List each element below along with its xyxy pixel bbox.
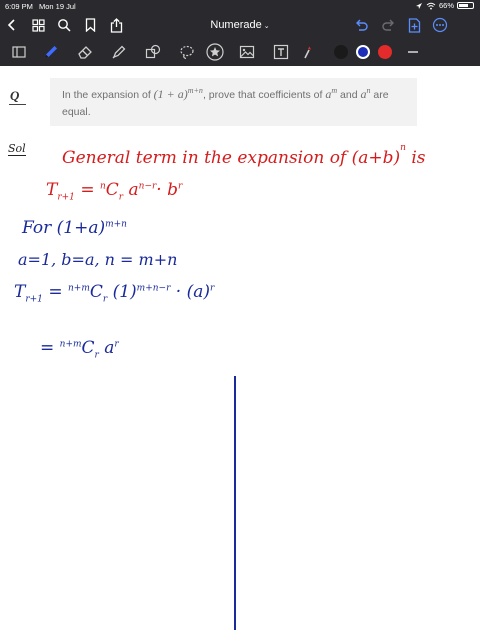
location-icon [415, 2, 422, 9]
line5-sub: r+1 [25, 294, 43, 305]
line5-oneexp: m+n−r [136, 283, 171, 294]
wifi-icon [426, 2, 436, 9]
question-marker: Q [10, 88, 20, 103]
sticker-icon[interactable] [206, 43, 224, 61]
line1-text: General term in the expansion of (a+b) [62, 148, 401, 168]
drawing-toolbar [0, 38, 480, 66]
sidebar-icon[interactable] [10, 43, 28, 61]
line2-C: C [105, 180, 119, 200]
status-date: Mon 19 Jul [39, 2, 76, 11]
color-swatch-red[interactable] [378, 45, 392, 59]
line5-T: T [14, 282, 26, 302]
handwriting-line-5: Tr+1 = n+mCr (1)m+n−r · (a)r [14, 282, 214, 304]
handwriting-line-3: For (1+a)m+n [22, 218, 127, 238]
add-page-icon[interactable] [406, 17, 422, 33]
line2-aexp: n−r [138, 181, 157, 192]
document-title[interactable]: Numerade ⌄ [180, 19, 300, 31]
line6-pre: n+m [59, 339, 82, 350]
handwriting-line-6: = n+mCr ar [40, 338, 119, 360]
line5-aexp: r [210, 283, 215, 294]
solution-label: Sol [8, 142, 26, 156]
text-icon[interactable] [272, 43, 290, 61]
line3-text: For (1+a) [22, 218, 106, 238]
status-bar: 6:09 PM Mon 19 Jul 66% [0, 0, 480, 14]
chevron-down-icon: ⌄ [263, 23, 270, 30]
line2-a: a [123, 180, 139, 200]
color-swatch-black[interactable] [334, 45, 348, 59]
more-icon[interactable] [432, 17, 448, 33]
grid-icon[interactable] [30, 17, 46, 33]
chevron-left-icon[interactable] [4, 17, 20, 33]
highlighter-icon[interactable] [110, 43, 128, 61]
nav-bar: Numerade ⌄ [0, 14, 480, 38]
minimize-toolbar-icon[interactable] [404, 43, 422, 61]
handwriting-line-1: General term in the expansion of (a+b)n … [62, 143, 426, 168]
document-title-text: Numerade [210, 19, 262, 31]
line2-dot: · b [156, 180, 178, 200]
drawn-vertical-line [234, 376, 236, 630]
pen-icon[interactable] [42, 43, 60, 61]
eraser-icon[interactable] [76, 43, 94, 61]
line5-a: · (a) [170, 282, 211, 302]
handwriting-line-4: a=1, b=a, n = m+n [18, 250, 178, 269]
line2-eq: = [80, 180, 100, 200]
status-right: 66% [415, 1, 474, 10]
question-am: am [325, 86, 337, 101]
note-page[interactable]: Q In the expansion of (1 + a)m+n, prove … [0, 66, 480, 640]
question-text-3: and [337, 89, 361, 101]
battery-percent: 66% [438, 1, 454, 10]
image-icon[interactable] [238, 43, 256, 61]
line6-aexp: r [114, 339, 119, 350]
question-text-2: , prove that coefficients of [202, 89, 326, 101]
line5-pre: n+m [67, 283, 90, 294]
bookmark-icon[interactable] [82, 17, 98, 33]
line6-C: C [81, 338, 95, 358]
question-expr-exp: m+n [187, 86, 203, 95]
line3-exp: m+n [105, 219, 127, 230]
status-time: 6:09 PM [5, 2, 33, 11]
laser-icon[interactable] [298, 43, 316, 61]
line2-sub: r+1 [57, 192, 75, 203]
question-text-1: In the expansion of [62, 89, 154, 101]
search-icon[interactable] [56, 17, 72, 33]
line5-C: C [89, 282, 103, 302]
question-card: In the expansion of (1 + a)m+n, prove th… [50, 78, 417, 126]
color-swatch-blue[interactable] [356, 45, 370, 59]
battery-icon [457, 2, 474, 9]
handwriting-line-2: Tr+1 = nCr an−r· br [46, 180, 182, 202]
question-expr-base: (1 + a) [153, 87, 188, 101]
line1-exp: n [400, 143, 406, 154]
line2-T: T [46, 180, 58, 200]
line6-a: a [98, 338, 115, 358]
redo-icon[interactable] [380, 17, 396, 33]
question-expr: (1 + a)m+n [153, 86, 203, 101]
undo-icon[interactable] [354, 17, 370, 33]
share-icon[interactable] [108, 17, 124, 33]
question-marker-underline [9, 104, 26, 105]
line5-one: (1) [107, 282, 137, 302]
app-chrome: 6:09 PM Mon 19 Jul 66% Numerade ⌄ [0, 0, 480, 66]
line1-end: is [411, 148, 426, 168]
question-text: In the expansion of (1 + a)m+n, prove th… [62, 82, 412, 121]
question-an: an [360, 86, 370, 101]
line2-bexp: r [178, 181, 183, 192]
lasso-icon[interactable] [178, 43, 196, 61]
line6-eq: = [40, 338, 55, 358]
shapes-icon[interactable] [144, 43, 162, 61]
line5-eq: = [48, 282, 68, 302]
